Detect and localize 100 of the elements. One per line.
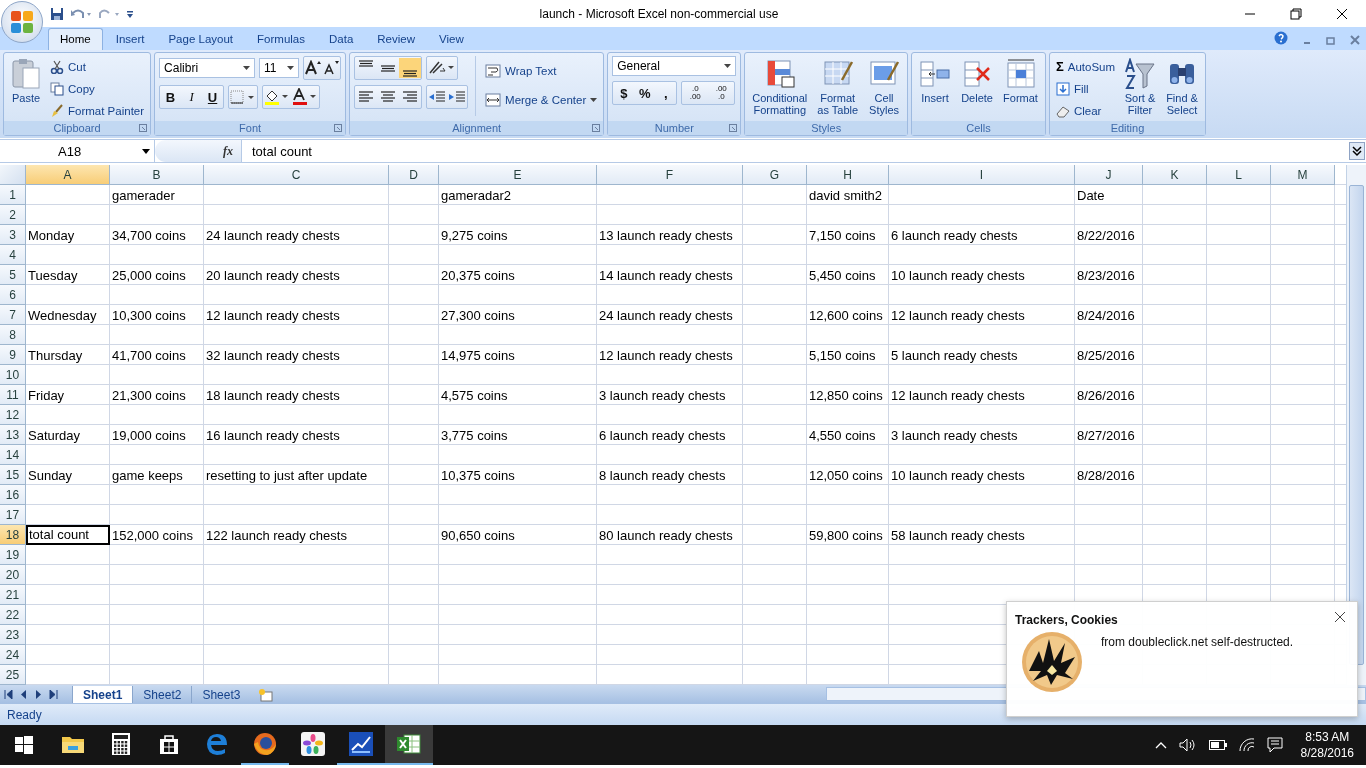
fill-button[interactable]: Fill: [1053, 78, 1118, 99]
row-header[interactable]: 6: [0, 285, 26, 305]
restore-icon[interactable]: [1290, 7, 1302, 20]
sheet-tab[interactable]: Sheet1: [72, 686, 133, 703]
format-button[interactable]: Format: [1000, 56, 1041, 106]
ribbon-tab[interactable]: Insert: [104, 29, 156, 50]
sheet-nav-icon[interactable]: [4, 689, 13, 699]
row-header[interactable]: 8: [0, 325, 26, 345]
office-button[interactable]: [1, 1, 43, 43]
format-painter-button[interactable]: Format Painter: [48, 100, 147, 121]
wrap-text-button[interactable]: Wrap Text: [483, 60, 600, 81]
decimal-button[interactable]: .0 .00: [682, 85, 709, 101]
underline-button[interactable]: U: [202, 87, 224, 107]
vertical-align-icon[interactable]: [399, 58, 422, 78]
row-header[interactable]: 9: [0, 345, 26, 365]
speaker-icon[interactable]: [1178, 738, 1197, 752]
insert-button[interactable]: Insert: [916, 56, 955, 106]
close-icon[interactable]: [1336, 7, 1348, 20]
grow-font-icon[interactable]: [304, 60, 323, 76]
row-header[interactable]: 19: [0, 545, 26, 565]
font-size-dropdown[interactable]: 11: [259, 58, 300, 78]
row-header[interactable]: 2: [0, 205, 26, 225]
column-header[interactable]: H: [807, 165, 889, 185]
ribbon-tab[interactable]: Home: [48, 28, 103, 50]
dialog-launcher-icon[interactable]: [334, 124, 343, 132]
action-center-icon[interactable]: [1266, 737, 1283, 753]
ribbon-tab[interactable]: View: [428, 29, 475, 50]
merge-center-button[interactable]: Merge & Center: [483, 89, 600, 110]
sheet-nav-icon[interactable]: [49, 689, 58, 699]
vertical-scrollbar[interactable]: [1346, 165, 1366, 685]
decimal-button[interactable]: .00 .0: [708, 85, 735, 101]
dialog-launcher-icon[interactable]: [729, 124, 738, 132]
clear-button[interactable]: Clear: [1053, 100, 1118, 121]
row-header[interactable]: 24: [0, 645, 26, 665]
row-header[interactable]: 13: [0, 425, 26, 445]
row-header[interactable]: 3: [0, 225, 26, 245]
save-icon[interactable]: [50, 6, 64, 21]
column-header[interactable]: K: [1143, 165, 1207, 185]
column-header[interactable]: A: [26, 165, 110, 185]
battery-icon[interactable]: [1208, 740, 1227, 750]
help-icon[interactable]: [1274, 31, 1288, 45]
row-header[interactable]: 4: [0, 245, 26, 265]
number-format-dropdown[interactable]: General: [612, 56, 737, 76]
column-header[interactable]: L: [1207, 165, 1271, 185]
row-header[interactable]: 16: [0, 485, 26, 505]
column-header[interactable]: C: [204, 165, 389, 185]
copy-button[interactable]: Copy: [48, 78, 147, 99]
column-header[interactable]: B: [110, 165, 204, 185]
dialog-launcher-icon[interactable]: [592, 124, 601, 132]
column-header[interactable]: E: [439, 165, 597, 185]
column-header[interactable]: J: [1075, 165, 1143, 185]
expand-icon[interactable]: [1349, 142, 1365, 160]
dialog-launcher-icon[interactable]: [139, 124, 148, 132]
table-button[interactable]: Format as Table: [814, 56, 862, 118]
row-header[interactable]: 17: [0, 505, 26, 525]
ribbon-tab[interactable]: Formulas: [246, 29, 316, 50]
shrink-font-icon[interactable]: [322, 60, 341, 76]
row-header[interactable]: 15: [0, 465, 26, 485]
delete-button[interactable]: Delete: [958, 56, 997, 106]
ribbon-tab[interactable]: Page Layout: [157, 29, 245, 50]
autosum-button[interactable]: Σ AutoSum: [1053, 56, 1118, 77]
taskbar-clock[interactable]: 8:53 AM 8/28/2016: [1300, 729, 1354, 761]
wifi-icon[interactable]: [1238, 738, 1255, 752]
comma-button[interactable]: ,: [655, 83, 677, 103]
row-header[interactable]: 23: [0, 625, 26, 645]
ribbon-tab[interactable]: Review: [366, 29, 426, 50]
row-header[interactable]: 5: [0, 265, 26, 285]
ribbon-tab[interactable]: Data: [318, 29, 365, 50]
italic-button[interactable]: I: [181, 87, 203, 107]
conditional-button[interactable]: Conditional Formatting: [749, 56, 811, 118]
percent-button[interactable]: %: [634, 83, 656, 103]
column-header[interactable]: G: [743, 165, 807, 185]
row-header[interactable]: 7: [0, 305, 26, 325]
font-name-dropdown[interactable]: Calibri: [159, 58, 256, 78]
row-header[interactable]: 25: [0, 665, 26, 685]
name-box[interactable]: A18: [0, 140, 155, 162]
row-header[interactable]: 14: [0, 445, 26, 465]
column-header[interactable]: D: [389, 165, 439, 185]
row-header[interactable]: 11: [0, 385, 26, 405]
new-sheet-icon[interactable]: [258, 688, 275, 702]
row-header[interactable]: 10: [0, 365, 26, 385]
cellstyle-button[interactable]: Cell Styles: [865, 56, 904, 118]
row-header[interactable]: 12: [0, 405, 26, 425]
column-header[interactable]: I: [889, 165, 1075, 185]
chevron-up-icon[interactable]: [1154, 741, 1167, 749]
find-button[interactable]: Find & Select: [1163, 56, 1202, 118]
row-header[interactable]: 1: [0, 185, 26, 205]
start-icon[interactable]: [15, 736, 33, 754]
taskbar-app[interactable]: [385, 725, 433, 765]
active-cell[interactable]: total count: [26, 525, 110, 545]
row-header[interactable]: 21: [0, 585, 26, 605]
row-header[interactable]: 18: [0, 525, 26, 545]
bold-button[interactable]: B: [160, 87, 182, 107]
paste-button[interactable]: Paste: [8, 56, 44, 106]
currency-button[interactable]: $: [613, 83, 635, 103]
cut-button[interactable]: Cut: [48, 56, 147, 77]
row-header[interactable]: 22: [0, 605, 26, 625]
column-header[interactable]: M: [1271, 165, 1335, 185]
close-icon[interactable]: [1334, 611, 1346, 623]
sort-button[interactable]: Sort & Filter: [1121, 56, 1160, 118]
